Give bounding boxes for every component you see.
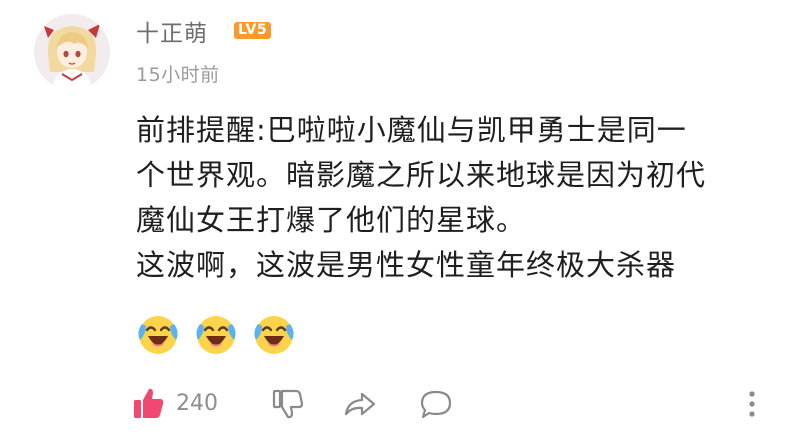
like-count: 240 xyxy=(176,390,218,416)
like-button[interactable]: 240 xyxy=(132,386,218,420)
comment-line: 前排提醒:巴啦啦小魔仙与凯甲勇士是同一 xyxy=(136,113,687,147)
comment-text: 前排提醒:巴啦啦小魔仙与凯甲勇士是同一 个世界观。暗影魔之所以来地球是因为初代 … xyxy=(136,108,786,288)
timestamp: 15小时前 xyxy=(136,64,220,86)
share-icon xyxy=(344,392,376,416)
emoji-row xyxy=(134,310,298,358)
comment-line: 个世界观。暗影魔之所以来地球是因为初代 xyxy=(136,158,707,192)
thumbs-up-icon xyxy=(134,388,164,418)
laugh-cry-emoji xyxy=(254,316,294,354)
level-badge: LV5 xyxy=(234,22,272,39)
dislike-button[interactable] xyxy=(270,386,306,422)
comment-card: 十正萌 LV5 15小时前 前排提醒:巴啦啦小魔仙与凯甲勇士是同一 个世界观。暗… xyxy=(0,0,800,436)
reply-button[interactable] xyxy=(418,386,454,422)
share-button[interactable] xyxy=(342,386,378,422)
username[interactable]: 十正萌 xyxy=(136,14,208,48)
avatar-image xyxy=(34,14,110,90)
comment-line: 这波啊，这波是男性女性童年终极大杀器 xyxy=(136,248,677,282)
laugh-cry-emoji xyxy=(196,316,236,354)
action-bar: 240 xyxy=(0,378,800,428)
laugh-cry-emoji xyxy=(138,316,178,354)
thumbs-down-icon xyxy=(272,389,304,419)
comment-line: 魔仙女王打爆了他们的星球。 xyxy=(136,203,527,237)
avatar[interactable] xyxy=(34,14,110,90)
reply-icon xyxy=(420,390,452,419)
more-icon xyxy=(749,391,755,417)
more-button[interactable] xyxy=(734,386,770,422)
